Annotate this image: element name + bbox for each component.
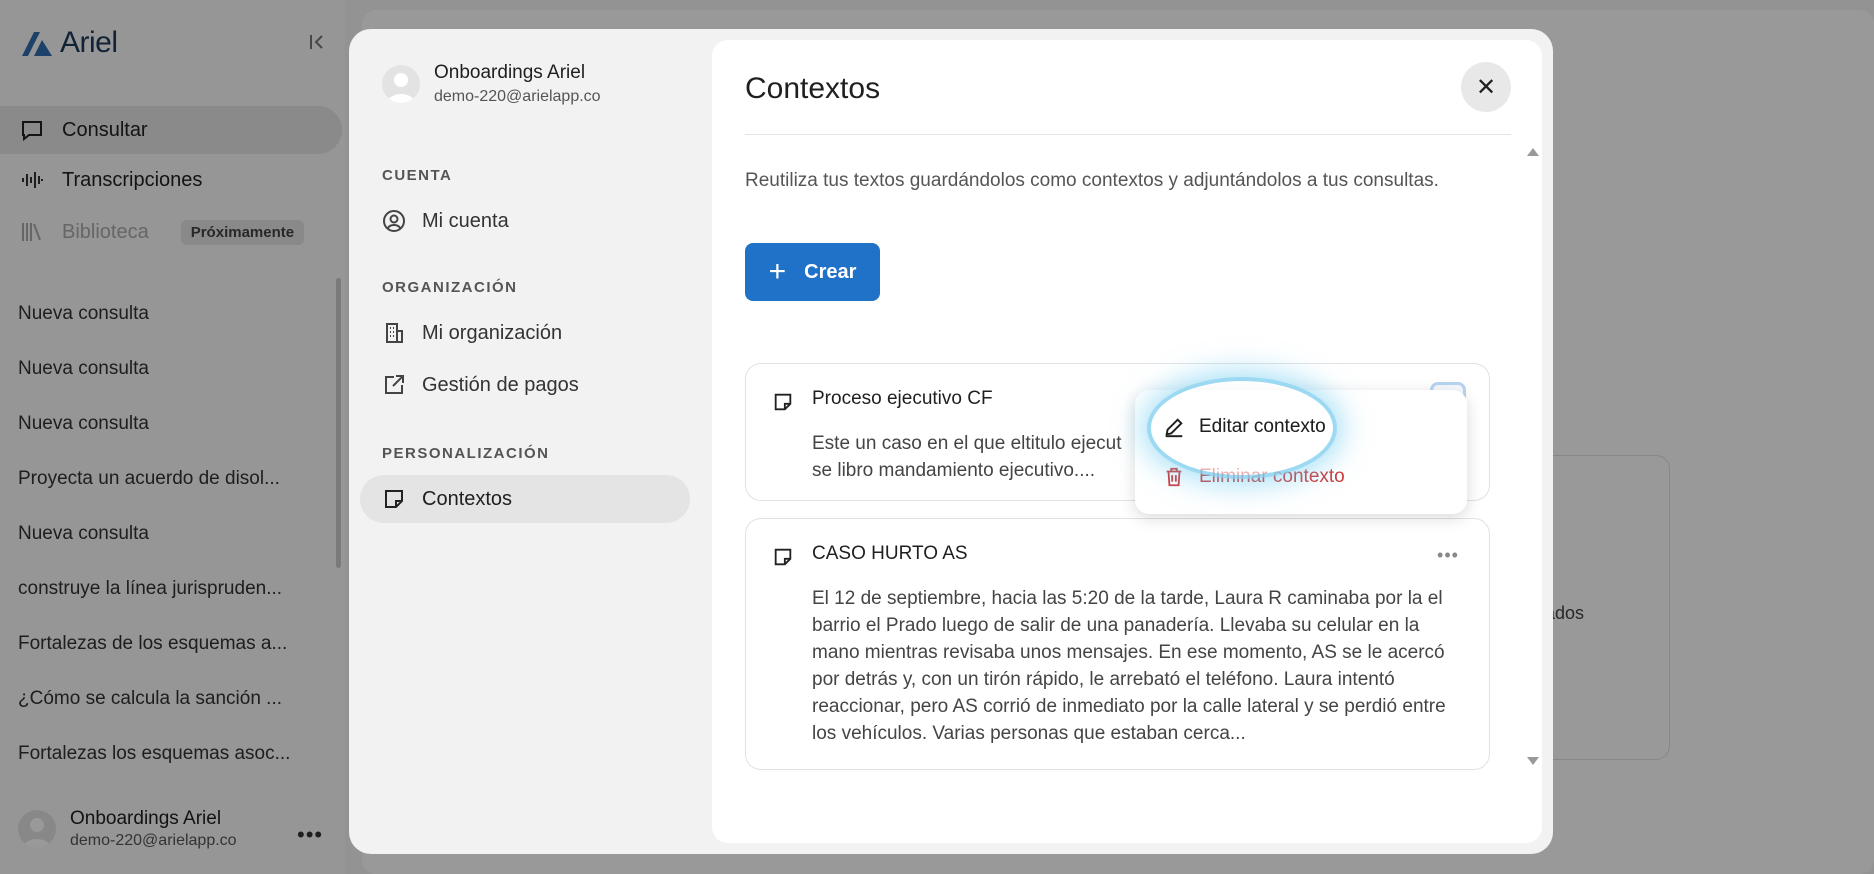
external-link-icon (385, 375, 404, 394)
menu-item-gestion-pagos[interactable]: Gestión de pagos (360, 361, 690, 409)
context-card[interactable]: CASO HURTO AS El 12 de septiembre, hacia… (745, 518, 1490, 770)
panel-title: Contextos (745, 72, 881, 105)
sticky-note-icon (774, 393, 792, 411)
section-label-organizacion: ORGANIZACIÓN (382, 279, 518, 296)
menu-item-contextos[interactable]: Contextos (360, 475, 690, 523)
scroll-down-arrow-icon[interactable] (1527, 757, 1539, 765)
create-context-button[interactable]: + Crear (745, 243, 880, 301)
edit-context-menu-item-foreground[interactable]: Editar contexto (1163, 416, 1326, 438)
context-title: Proceso ejecutivo CF (812, 388, 993, 409)
create-button-label: Crear (804, 260, 857, 283)
plus-icon: + (768, 255, 787, 288)
scroll-up-arrow-icon[interactable] (1527, 148, 1539, 156)
context-title: CASO HURTO AS (812, 543, 968, 564)
pencil-icon (1165, 418, 1183, 438)
close-button[interactable]: ✕ (1461, 62, 1511, 112)
user-avatar-icon (387, 73, 415, 103)
menu-item-label: Mi organización (422, 321, 563, 344)
section-label-personalizacion: PERSONALIZACIÓN (382, 445, 550, 462)
menu-item-label: Contextos (422, 487, 513, 510)
context-options-menu-foreground: Editar contexto (1135, 390, 1467, 514)
edit-context-label: Editar contexto (1199, 416, 1326, 437)
user-circle-icon (383, 210, 405, 232)
modal-user-email: demo-220@arielapp.co (434, 88, 601, 105)
divider (745, 134, 1511, 135)
more-options-icon[interactable]: ••• (1430, 537, 1466, 573)
menu-item-label: Gestión de pagos (422, 373, 579, 396)
panel-description: Reutiliza tus textos guardándolos como c… (745, 170, 1439, 191)
modal-user-name: Onboardings Ariel (434, 62, 586, 83)
section-label-cuenta: CUENTA (382, 167, 453, 184)
sticky-note-icon (774, 548, 792, 566)
close-icon: ✕ (1475, 73, 1497, 101)
sticky-note-icon (385, 490, 403, 508)
modal-user: Onboardings Ariel demo-220@arielapp.co (382, 62, 601, 106)
menu-item-mi-cuenta[interactable]: Mi cuenta (360, 197, 690, 245)
menu-item-mi-organizacion[interactable]: Mi organización (360, 309, 690, 357)
context-body: El 12 de septiembre, hacia las 5:20 de l… (812, 588, 1446, 744)
avatar (382, 65, 420, 103)
building-icon (386, 323, 403, 343)
menu-item-label: Mi cuenta (422, 209, 509, 232)
